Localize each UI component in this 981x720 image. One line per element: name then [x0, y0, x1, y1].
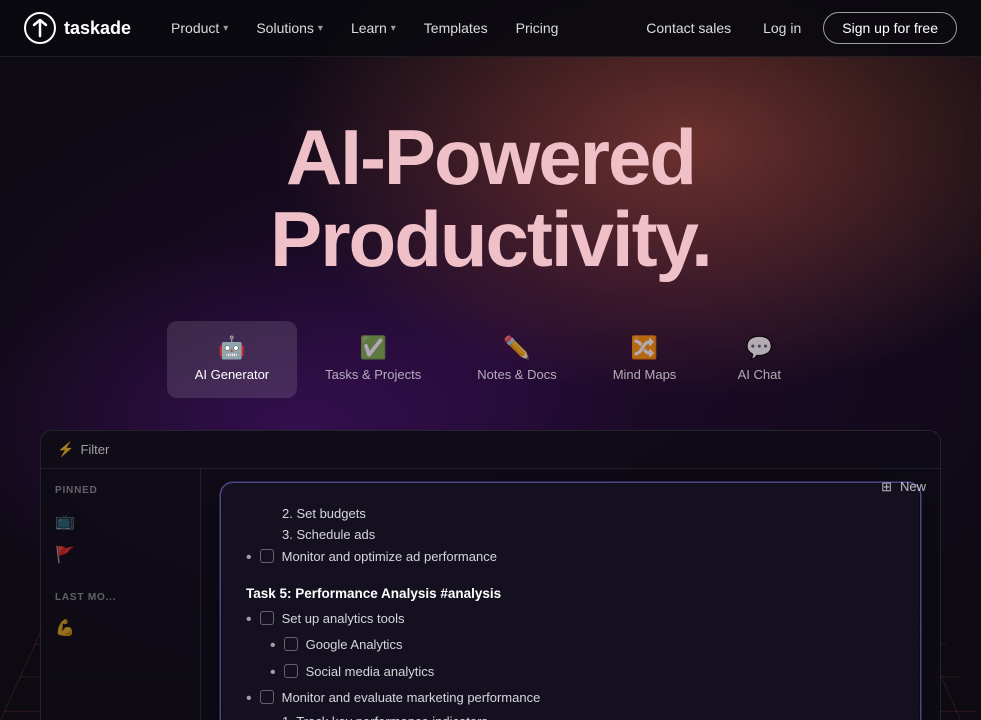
content-toolbar: ⚡ Filter	[41, 431, 940, 469]
tab-ai-generator-label: AI Generator	[195, 367, 269, 382]
numbered-item-3: 1. Track key performance indicators	[246, 712, 895, 720]
new-button-icon: ⊞	[881, 479, 892, 495]
filter-button[interactable]: ⚡ Filter	[57, 441, 109, 458]
login-link[interactable]: Log in	[753, 14, 811, 42]
new-button[interactable]: ⊞ New	[867, 469, 940, 505]
tv-icon: 📺	[55, 511, 75, 531]
muscle-icon: 💪	[55, 618, 75, 638]
nav-product-label: Product	[171, 20, 219, 36]
checkbox-4[interactable]	[284, 664, 298, 678]
nav-solutions-chevron: ▾	[318, 23, 323, 34]
filter-icon: ⚡	[57, 441, 74, 458]
nav-solutions-label: Solutions	[256, 20, 314, 36]
tab-ai-generator[interactable]: 🤖 AI Generator	[167, 321, 297, 398]
nav-learn[interactable]: Learn ▾	[339, 14, 408, 42]
tab-notes-docs[interactable]: ✏️ Notes & Docs	[449, 321, 584, 398]
tab-ai-chat-label: AI Chat	[738, 367, 781, 382]
ai-panel: 2. Set budgets 3. Schedule ads • Monitor…	[221, 483, 920, 720]
nav-right: Contact sales Log in Sign up for free	[636, 12, 957, 44]
hero-section: AI-Powered Productivity. 🤖 AI Generator …	[0, 57, 981, 398]
bullet-row-analytics: • Set up analytics tools	[246, 607, 895, 633]
new-button-label: New	[900, 479, 926, 494]
checkbox-1[interactable]	[260, 549, 274, 563]
content-body: PINNED 📺 🚩 LAST MO... 💪 2. Set budgets	[41, 469, 940, 720]
contact-sales-link[interactable]: Contact sales	[636, 14, 741, 42]
numbered-item-2: 3. Schedule ads	[246, 525, 895, 546]
bullet-text-5: Monitor and evaluate marketing performan…	[282, 688, 541, 708]
bullet-dot-3: •	[270, 635, 276, 657]
bullet-text-2: Set up analytics tools	[282, 609, 405, 629]
checkbox-5[interactable]	[260, 690, 274, 704]
hero-tabs: 🤖 AI Generator ✅ Tasks & Projects ✏️ Not…	[0, 321, 981, 398]
bullet-dot-2: •	[246, 609, 252, 631]
bullet-text-1: Monitor and optimize ad performance	[282, 547, 497, 567]
numbered-item-1: 2. Set budgets	[246, 504, 895, 525]
notes-docs-icon: ✏️	[503, 337, 530, 359]
nav-product-chevron: ▾	[223, 23, 228, 34]
sidebar: PINNED 📺 🚩 LAST MO... 💪	[41, 469, 201, 720]
sidebar-pinned-label: PINNED	[41, 481, 200, 504]
bullet-row-google: • Google Analytics	[246, 633, 895, 659]
hero-title-line2: Productivity.	[270, 195, 711, 283]
nav-pricing[interactable]: Pricing	[504, 14, 571, 42]
tasks-projects-icon: ✅	[359, 337, 386, 359]
hero-title: AI-Powered Productivity.	[0, 117, 981, 281]
nav-learn-label: Learn	[351, 20, 387, 36]
bullet-row-monitor-eval: • Monitor and evaluate marketing perform…	[246, 686, 895, 712]
logo-wordmark: taskade	[64, 18, 131, 39]
signup-button[interactable]: Sign up for free	[823, 12, 957, 44]
bullet-text-4: Social media analytics	[306, 662, 435, 682]
tab-ai-chat[interactable]: 💬 AI Chat	[704, 321, 814, 398]
bullet-dot-4: •	[270, 662, 276, 684]
ai-panel-inner: 2. Set budgets 3. Schedule ads • Monitor…	[246, 504, 895, 720]
nav-product[interactable]: Product ▾	[159, 14, 240, 42]
sidebar-item-tv[interactable]: 📺	[41, 504, 200, 538]
tab-mind-maps-label: Mind Maps	[613, 367, 677, 382]
bullet-dot-1: •	[246, 547, 252, 569]
checkbox-3[interactable]	[284, 637, 298, 651]
ai-chat-icon: 💬	[746, 337, 773, 359]
tab-tasks-projects-label: Tasks & Projects	[325, 367, 421, 382]
bullet-dot-5: •	[246, 688, 252, 710]
page-wrapper: taskade Product ▾ Solutions ▾ Learn ▾ Te…	[0, 0, 981, 720]
nav-learn-chevron: ▾	[391, 23, 396, 34]
nav-templates[interactable]: Templates	[412, 14, 500, 42]
sidebar-item-muscle[interactable]: 💪	[41, 611, 200, 645]
mind-maps-icon: 🔀	[631, 337, 658, 359]
sidebar-item-flag[interactable]: 🚩	[41, 538, 200, 572]
bullet-row-social: • Social media analytics	[246, 660, 895, 686]
hero-title-line1: AI-Powered	[286, 113, 695, 201]
task-header-5: Task 5: Performance Analysis #analysis	[246, 586, 895, 601]
nav-links: Product ▾ Solutions ▾ Learn ▾ Templates …	[159, 14, 636, 42]
nav-templates-label: Templates	[424, 20, 488, 36]
flag-icon: 🚩	[55, 545, 75, 565]
checkbox-2[interactable]	[260, 611, 274, 625]
nav-solutions[interactable]: Solutions ▾	[244, 14, 335, 42]
logo-icon	[24, 12, 56, 44]
bullet-text-3: Google Analytics	[306, 635, 403, 655]
logo[interactable]: taskade	[24, 12, 131, 44]
ai-generator-icon: 🤖	[218, 337, 245, 359]
tab-mind-maps[interactable]: 🔀 Mind Maps	[585, 321, 705, 398]
navbar: taskade Product ▾ Solutions ▾ Learn ▾ Te…	[0, 0, 981, 57]
tab-tasks-projects[interactable]: ✅ Tasks & Projects	[297, 321, 449, 398]
main-content: 2. Set budgets 3. Schedule ads • Monitor…	[201, 469, 940, 720]
bullet-row-monitor-optimize: • Monitor and optimize ad performance	[246, 545, 895, 571]
nav-pricing-label: Pricing	[516, 20, 559, 36]
tab-notes-docs-label: Notes & Docs	[477, 367, 556, 382]
filter-label: Filter	[80, 442, 109, 457]
sidebar-lastmo-label: LAST MO...	[41, 588, 200, 611]
content-area: ⚡ Filter PINNED 📺 🚩 LAST MO... 💪	[40, 430, 941, 720]
